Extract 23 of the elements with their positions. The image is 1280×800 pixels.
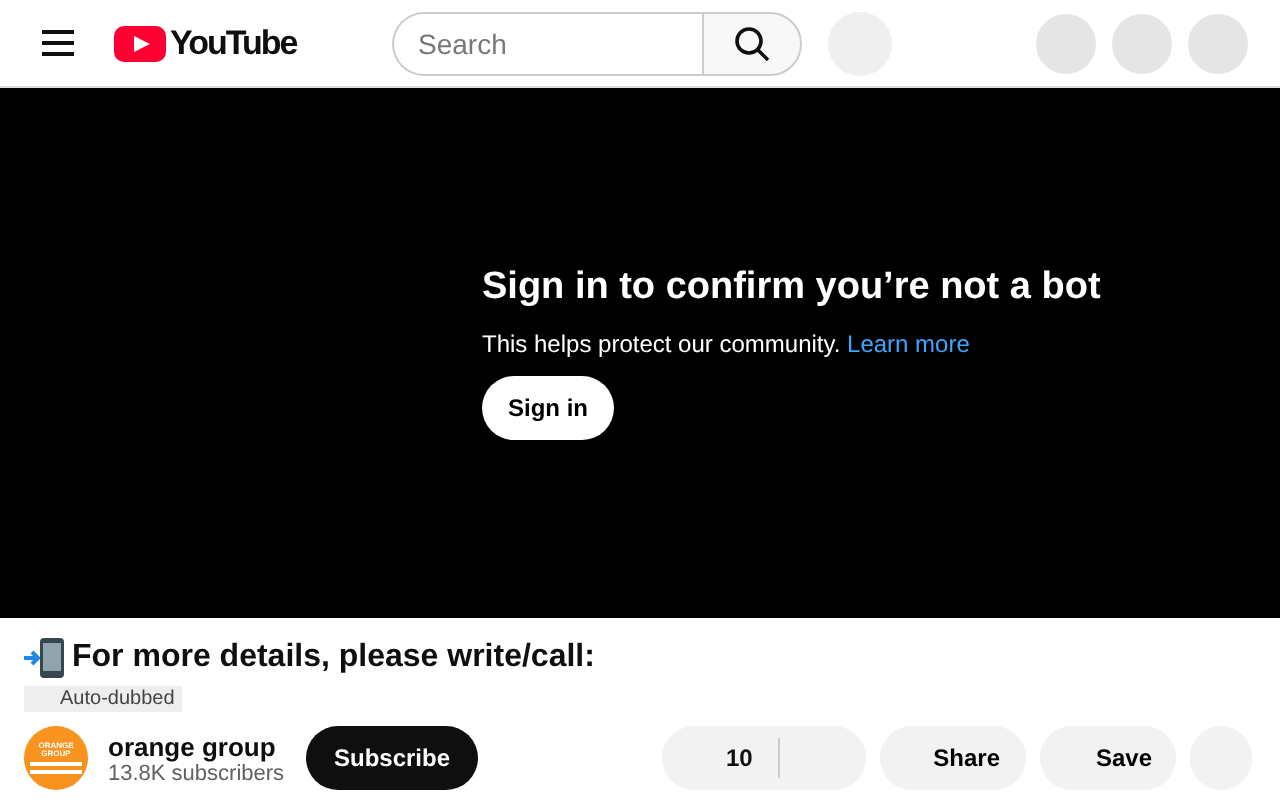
sign-in-button[interactable]: Sign in [482,376,614,440]
save-button[interactable]: Save [1040,726,1176,790]
subscribe-button[interactable]: Subscribe [306,726,479,790]
like-count: 10 [726,744,753,772]
logo[interactable]: YouTube [114,23,297,63]
learn-more-link[interactable]: Learn more [847,330,970,358]
video-title: For more details, please write/call: [72,640,595,676]
search-icon [734,25,770,61]
auto-dubbed-badge: Auto-dubbed [24,686,183,712]
phone-arrow-icon [24,638,68,678]
subscriber-count: 13.8K subscribers [108,761,287,785]
menu-icon[interactable] [42,30,74,56]
player-heading: Sign in to confirm you’re not a bot [482,266,1101,310]
search-button[interactable] [702,11,802,75]
player-message: This helps protect our community. [482,330,841,358]
like-button[interactable]: 10 [662,726,866,790]
channel-name[interactable]: orange group [108,731,306,761]
share-button[interactable]: Share [880,726,1026,790]
play-logo-icon [114,25,166,61]
placeholder-circle [1188,13,1248,73]
placeholder-circle [1112,13,1172,73]
search-field[interactable]: Search [392,11,702,75]
placeholder-circle [1036,13,1096,73]
